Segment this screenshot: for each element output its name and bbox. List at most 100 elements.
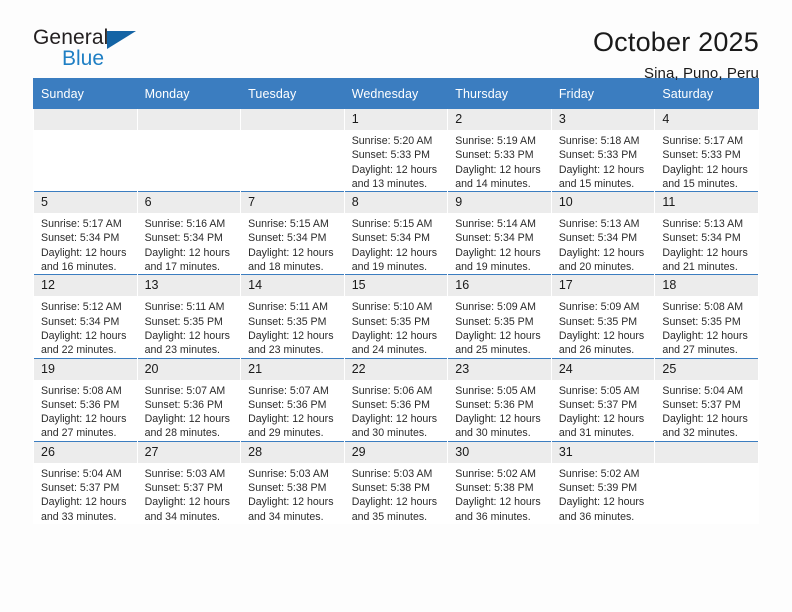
- day-daylight-text: and 15 minutes.: [558, 177, 635, 190]
- day-details: Sunrise: 5:19 AM Sunset: 5:33 PM Daylight:…: [448, 130, 551, 191]
- day-sunrise-text: Sunrise: 5:02 AM: [558, 467, 640, 480]
- day-number: 19: [34, 358, 137, 380]
- logo-triangle-icon: [107, 31, 136, 49]
- day-details: Sunrise: 5:05 AM Sunset: 5:37 PM Daylight:…: [552, 380, 655, 441]
- calendar-day-cell[interactable]: 25 Sunrise: 5:04 AM Sunset: 5:37 PM Dayligh…: [654, 357, 759, 442]
- day-daylight-text: and 26 minutes.: [558, 344, 635, 357]
- calendar-day-cell[interactable]: 28 Sunrise: 5:03 AM Sunset: 5:38 PM Dayligh…: [240, 440, 345, 524]
- day-details: Sunrise: 5:11 AM Sunset: 5:35 PM Daylight:…: [241, 296, 344, 357]
- calendar-day-cell[interactable]: 30 Sunrise: 5:02 AM Sunset: 5:38 PM Dayligh…: [447, 440, 552, 524]
- calendar-day-cell[interactable]: 10 Sunrise: 5:13 AM Sunset: 5:34 PM Dayligh…: [550, 191, 656, 275]
- day-sunset-text: Sunset: 5:33 PM: [662, 149, 741, 162]
- day-number: 22: [344, 358, 448, 380]
- day-sunrise-text: Sunrise: 5:09 AM: [455, 301, 536, 314]
- day-details: Sunrise: 5:04 AM Sunset: 5:37 PM Daylight:…: [34, 463, 137, 524]
- day-sunset-text: Sunset: 5:37 PM: [144, 482, 223, 495]
- day-daylight-text: and 19 minutes.: [455, 261, 531, 274]
- calendar-day-cell[interactable]: 12 Sunrise: 5:12 AM Sunset: 5:34 PM Dayligh…: [33, 274, 138, 359]
- day-daylight-text: Daylight: 12 hours: [455, 163, 541, 176]
- day-sunrise-text: Sunrise: 5:06 AM: [351, 384, 433, 397]
- day-sunrise-text: Sunrise: 5:04 AM: [41, 467, 122, 480]
- calendar-day-cell[interactable]: 17 Sunrise: 5:09 AM Sunset: 5:35 PM Dayligh…: [550, 274, 656, 359]
- day-sunrise-text: Sunrise: 5:12 AM: [41, 301, 122, 314]
- calendar-day-cell[interactable]: 14 Sunrise: 5:11 AM Sunset: 5:35 PM Dayligh…: [240, 274, 345, 359]
- day-daylight-text: and 21 minutes.: [662, 261, 738, 274]
- day-number: 2: [448, 109, 551, 130]
- calendar-day-cell[interactable]: 7 Sunrise: 5:15 AM Sunset: 5:34 PM Daylight…: [240, 191, 345, 275]
- day-details: Sunrise: 5:06 AM Sunset: 5:36 PM Daylight:…: [345, 380, 448, 441]
- day-daylight-text: Daylight: 12 hours: [41, 496, 127, 509]
- calendar-day-cell[interactable]: 5 Sunrise: 5:17 AM Sunset: 5:34 PM Daylight…: [33, 191, 138, 275]
- calendar-day-cell[interactable]: 23 Sunrise: 5:05 AM Sunset: 5:36 PM Dayligh…: [447, 357, 552, 442]
- day-sunset-text: Sunset: 5:35 PM: [558, 315, 638, 328]
- day-sunset-text: Sunset: 5:35 PM: [351, 315, 431, 328]
- calendar-day-cell[interactable]: 2 Sunrise: 5:19 AM Sunset: 5:33 PM Daylight…: [447, 107, 552, 192]
- day-sunrise-text: Sunrise: 5:11 AM: [248, 301, 329, 314]
- day-daylight-text: and 15 minutes.: [662, 177, 738, 190]
- day-sunrise-text: Sunrise: 5:13 AM: [558, 218, 640, 231]
- weekday-header-friday: Friday: [550, 78, 656, 109]
- day-daylight-text: and 14 minutes.: [455, 177, 531, 190]
- calendar-day-cell[interactable]: 8 Sunrise: 5:15 AM Sunset: 5:34 PM Daylight…: [343, 191, 449, 275]
- day-daylight-text: and 31 minutes.: [558, 427, 635, 440]
- day-daylight-text: and 36 minutes.: [455, 510, 531, 523]
- day-daylight-text: and 19 minutes.: [351, 261, 428, 274]
- day-details: Sunrise: 5:08 AM Sunset: 5:35 PM Daylight:…: [655, 296, 758, 357]
- day-sunrise-text: Sunrise: 5:03 AM: [248, 467, 329, 480]
- day-number: 23: [448, 358, 551, 380]
- calendar-day-cell[interactable]: 26 Sunrise: 5:04 AM Sunset: 5:37 PM Dayligh…: [33, 440, 138, 524]
- calendar-day-cell[interactable]: 6 Sunrise: 5:16 AM Sunset: 5:34 PM Daylight…: [136, 191, 242, 275]
- day-sunrise-text: Sunrise: 5:02 AM: [455, 467, 536, 480]
- day-daylight-text: Daylight: 12 hours: [455, 413, 541, 426]
- day-daylight-text: and 25 minutes.: [455, 344, 531, 357]
- day-daylight-text: Daylight: 12 hours: [662, 246, 748, 259]
- title-block: October 2025 Sina, Puno, Peru: [592, 27, 759, 83]
- calendar-day-cell[interactable]: 3 Sunrise: 5:18 AM Sunset: 5:33 PM Daylight…: [550, 107, 656, 192]
- day-sunrise-text: Sunrise: 5:07 AM: [248, 384, 329, 397]
- day-number: 28: [241, 441, 344, 463]
- day-details: Sunrise: 5:05 AM Sunset: 5:36 PM Daylight:…: [448, 380, 551, 441]
- day-sunrise-text: Sunrise: 5:17 AM: [41, 218, 122, 231]
- day-daylight-text: Daylight: 12 hours: [351, 163, 438, 176]
- day-daylight-text: Daylight: 12 hours: [662, 163, 748, 176]
- calendar-day-cell[interactable]: 15 Sunrise: 5:10 AM Sunset: 5:35 PM Dayligh…: [343, 274, 449, 359]
- calendar-day-cell[interactable]: 4 Sunrise: 5:17 AM Sunset: 5:33 PM Daylight…: [654, 107, 759, 192]
- day-sunset-text: Sunset: 5:36 PM: [351, 398, 431, 411]
- calendar-day-cell[interactable]: 29 Sunrise: 5:03 AM Sunset: 5:38 PM Dayligh…: [343, 440, 449, 524]
- day-number: 6: [137, 192, 241, 214]
- day-number: [34, 109, 137, 130]
- calendar-day-cell[interactable]: 21 Sunrise: 5:07 AM Sunset: 5:36 PM Dayligh…: [240, 357, 345, 442]
- calendar-day-cell[interactable]: 18 Sunrise: 5:08 AM Sunset: 5:35 PM Dayligh…: [654, 274, 759, 359]
- day-number: 4: [655, 109, 758, 130]
- calendar-day-cell[interactable]: 19 Sunrise: 5:08 AM Sunset: 5:36 PM Dayligh…: [33, 357, 138, 442]
- calendar-day-cell[interactable]: 24 Sunrise: 5:05 AM Sunset: 5:37 PM Dayligh…: [550, 357, 656, 442]
- day-number: 26: [34, 441, 137, 463]
- day-details: Sunrise: 5:03 AM Sunset: 5:38 PM Daylight:…: [345, 463, 448, 524]
- day-number: 17: [551, 275, 655, 297]
- general-blue-logo[interactable]: General Blue: [33, 27, 151, 75]
- page-title: October 2025: [592, 27, 759, 57]
- calendar-day-cell[interactable]: 22 Sunrise: 5:06 AM Sunset: 5:36 PM Dayligh…: [343, 357, 449, 442]
- day-number: 5: [34, 192, 137, 214]
- day-daylight-text: Daylight: 12 hours: [248, 329, 334, 342]
- calendar-day-cell[interactable]: 11 Sunrise: 5:13 AM Sunset: 5:34 PM Dayligh…: [654, 191, 759, 275]
- day-details: Sunrise: 5:18 AM Sunset: 5:33 PM Daylight:…: [552, 130, 655, 191]
- calendar-day-cell[interactable]: 9 Sunrise: 5:14 AM Sunset: 5:34 PM Daylight…: [447, 191, 552, 275]
- calendar-day-cell[interactable]: 20 Sunrise: 5:07 AM Sunset: 5:36 PM Dayligh…: [136, 357, 242, 442]
- day-details: Sunrise: 5:13 AM Sunset: 5:34 PM Daylight:…: [655, 213, 758, 274]
- calendar-day-cell-empty: [136, 107, 242, 192]
- calendar-day-cell[interactable]: 31 Sunrise: 5:02 AM Sunset: 5:39 PM Dayligh…: [550, 440, 656, 524]
- calendar-day-cell[interactable]: 27 Sunrise: 5:03 AM Sunset: 5:37 PM Dayligh…: [136, 440, 242, 524]
- calendar-page: General Blue October 2025 Sina, Puno, Pe…: [0, 0, 792, 612]
- calendar-day-cell[interactable]: 13 Sunrise: 5:11 AM Sunset: 5:35 PM Dayligh…: [136, 274, 242, 359]
- day-number: 20: [137, 358, 241, 380]
- calendar-day-cell[interactable]: 1 Sunrise: 5:20 AM Sunset: 5:33 PM Daylight…: [343, 107, 449, 192]
- day-number: 27: [137, 441, 241, 463]
- day-sunset-text: Sunset: 5:36 PM: [455, 398, 534, 411]
- day-daylight-text: and 30 minutes.: [351, 427, 428, 440]
- weekday-header-sunday: Sunday: [33, 78, 138, 109]
- calendar-day-cell-empty: [654, 440, 759, 524]
- day-daylight-text: Daylight: 12 hours: [558, 496, 645, 509]
- calendar-day-cell[interactable]: 16 Sunrise: 5:09 AM Sunset: 5:35 PM Dayligh…: [447, 274, 552, 359]
- day-daylight-text: and 23 minutes.: [248, 344, 324, 357]
